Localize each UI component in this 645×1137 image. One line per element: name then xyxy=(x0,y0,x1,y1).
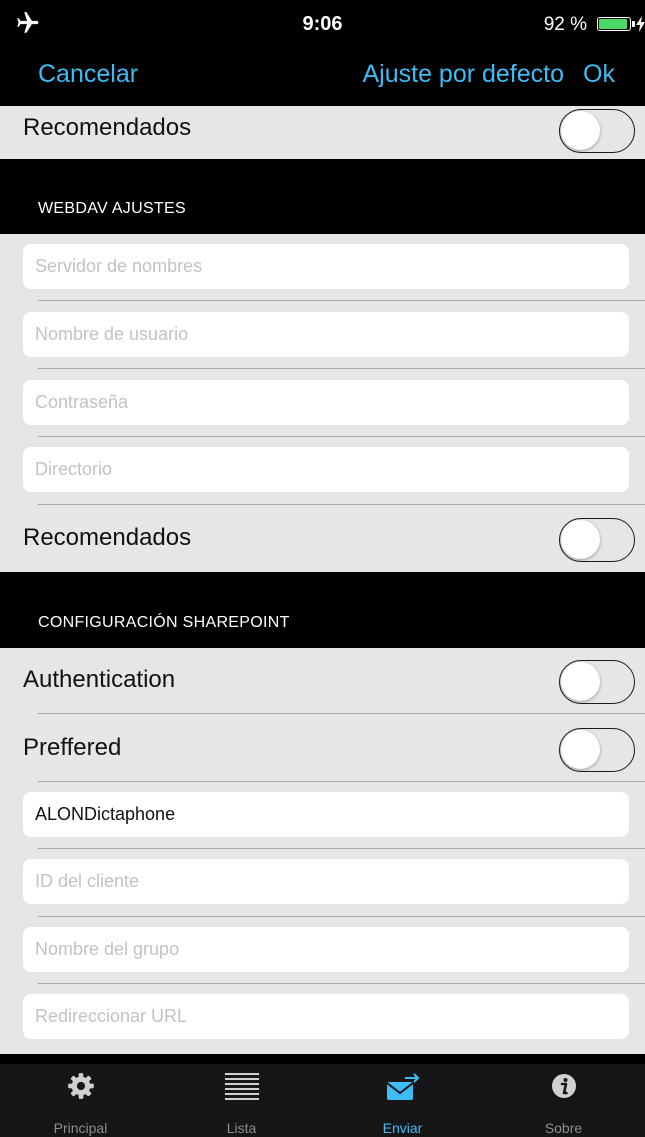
separator xyxy=(38,983,645,984)
webdav-section-header: WEBDAV AJUSTES xyxy=(0,159,645,234)
password-field[interactable]: Contraseña xyxy=(23,380,629,425)
server-name-field[interactable]: Servidor de nombres xyxy=(23,244,629,289)
separator xyxy=(38,504,645,505)
separator xyxy=(38,713,645,714)
info-icon xyxy=(551,1074,576,1098)
ok-button[interactable]: Ok xyxy=(583,60,615,89)
recommended-label-top: Recomendados xyxy=(23,114,192,141)
authentication-label: Authentication xyxy=(23,666,176,693)
battery-icon xyxy=(597,17,631,31)
separator xyxy=(38,916,645,917)
charging-bolt-icon xyxy=(636,16,645,32)
sharepoint-section-header: CONFIGURACIÓN SHAREPOINT xyxy=(0,572,645,648)
webdav-section: Servidor de nombres Nombre de usuario Co… xyxy=(0,234,645,572)
screen: 9:06 92 % Cancelar Ajuste por defecto Ok… xyxy=(0,0,645,1137)
directory-field[interactable]: Directorio xyxy=(23,447,629,492)
gear-icon xyxy=(67,1073,94,1099)
cancel-button[interactable]: Cancelar xyxy=(38,60,138,89)
tab-sobre[interactable]: Sobre xyxy=(483,1064,644,1137)
username-field[interactable]: Nombre de usuario xyxy=(23,312,629,357)
tab-label: Sobre xyxy=(544,1120,583,1136)
tab-bar: Principal Lista Enviar Sobre xyxy=(0,1064,645,1137)
preferred-label: Preffered xyxy=(23,734,122,761)
recommended-label-webdav: Recomendados xyxy=(23,524,192,551)
battery-tip xyxy=(632,21,635,27)
battery-percentage: 92 % xyxy=(543,14,587,35)
tab-enviar[interactable]: Enviar xyxy=(322,1064,483,1137)
default-settings-button[interactable]: Ajuste por defecto xyxy=(362,60,564,89)
sharepoint-section: Authentication Preffered ALONDictaphone … xyxy=(0,648,645,1054)
sharepoint-header-label: CONFIGURACIÓN SHAREPOINT xyxy=(38,614,290,631)
tab-label: Enviar xyxy=(382,1120,423,1136)
tab-lista[interactable]: Lista xyxy=(161,1064,322,1137)
client-id-field[interactable]: ID del cliente xyxy=(23,859,629,904)
webdav-header-label: WEBDAV AJUSTES xyxy=(38,200,186,217)
separator xyxy=(38,781,645,782)
recommended-toggle-top[interactable] xyxy=(559,109,635,153)
separator xyxy=(38,436,645,437)
settings-list[interactable]: Recomendados WEBDAV AJUSTES Servidor de … xyxy=(0,106,645,1054)
send-mail-icon xyxy=(385,1073,419,1100)
tab-label: Lista xyxy=(226,1120,257,1136)
tab-label: Principal xyxy=(53,1120,108,1136)
tab-principal[interactable]: Principal xyxy=(0,1064,161,1137)
group-name-field[interactable]: Nombre del grupo xyxy=(23,927,629,972)
recommended-toggle-webdav[interactable] xyxy=(559,518,635,562)
separator xyxy=(38,848,645,849)
app-name-field[interactable]: ALONDictaphone xyxy=(23,792,629,837)
navigation-bar: Cancelar Ajuste por defecto Ok xyxy=(0,48,645,106)
list-icon xyxy=(224,1073,259,1100)
separator xyxy=(38,300,645,301)
recommended-row-top: Recomendados xyxy=(0,106,645,159)
separator xyxy=(38,368,645,369)
authentication-toggle[interactable] xyxy=(559,660,635,704)
status-bar: 9:06 92 % xyxy=(0,0,645,48)
redirect-url-field[interactable]: Redireccionar URL xyxy=(23,994,629,1039)
preferred-toggle[interactable] xyxy=(559,728,635,772)
